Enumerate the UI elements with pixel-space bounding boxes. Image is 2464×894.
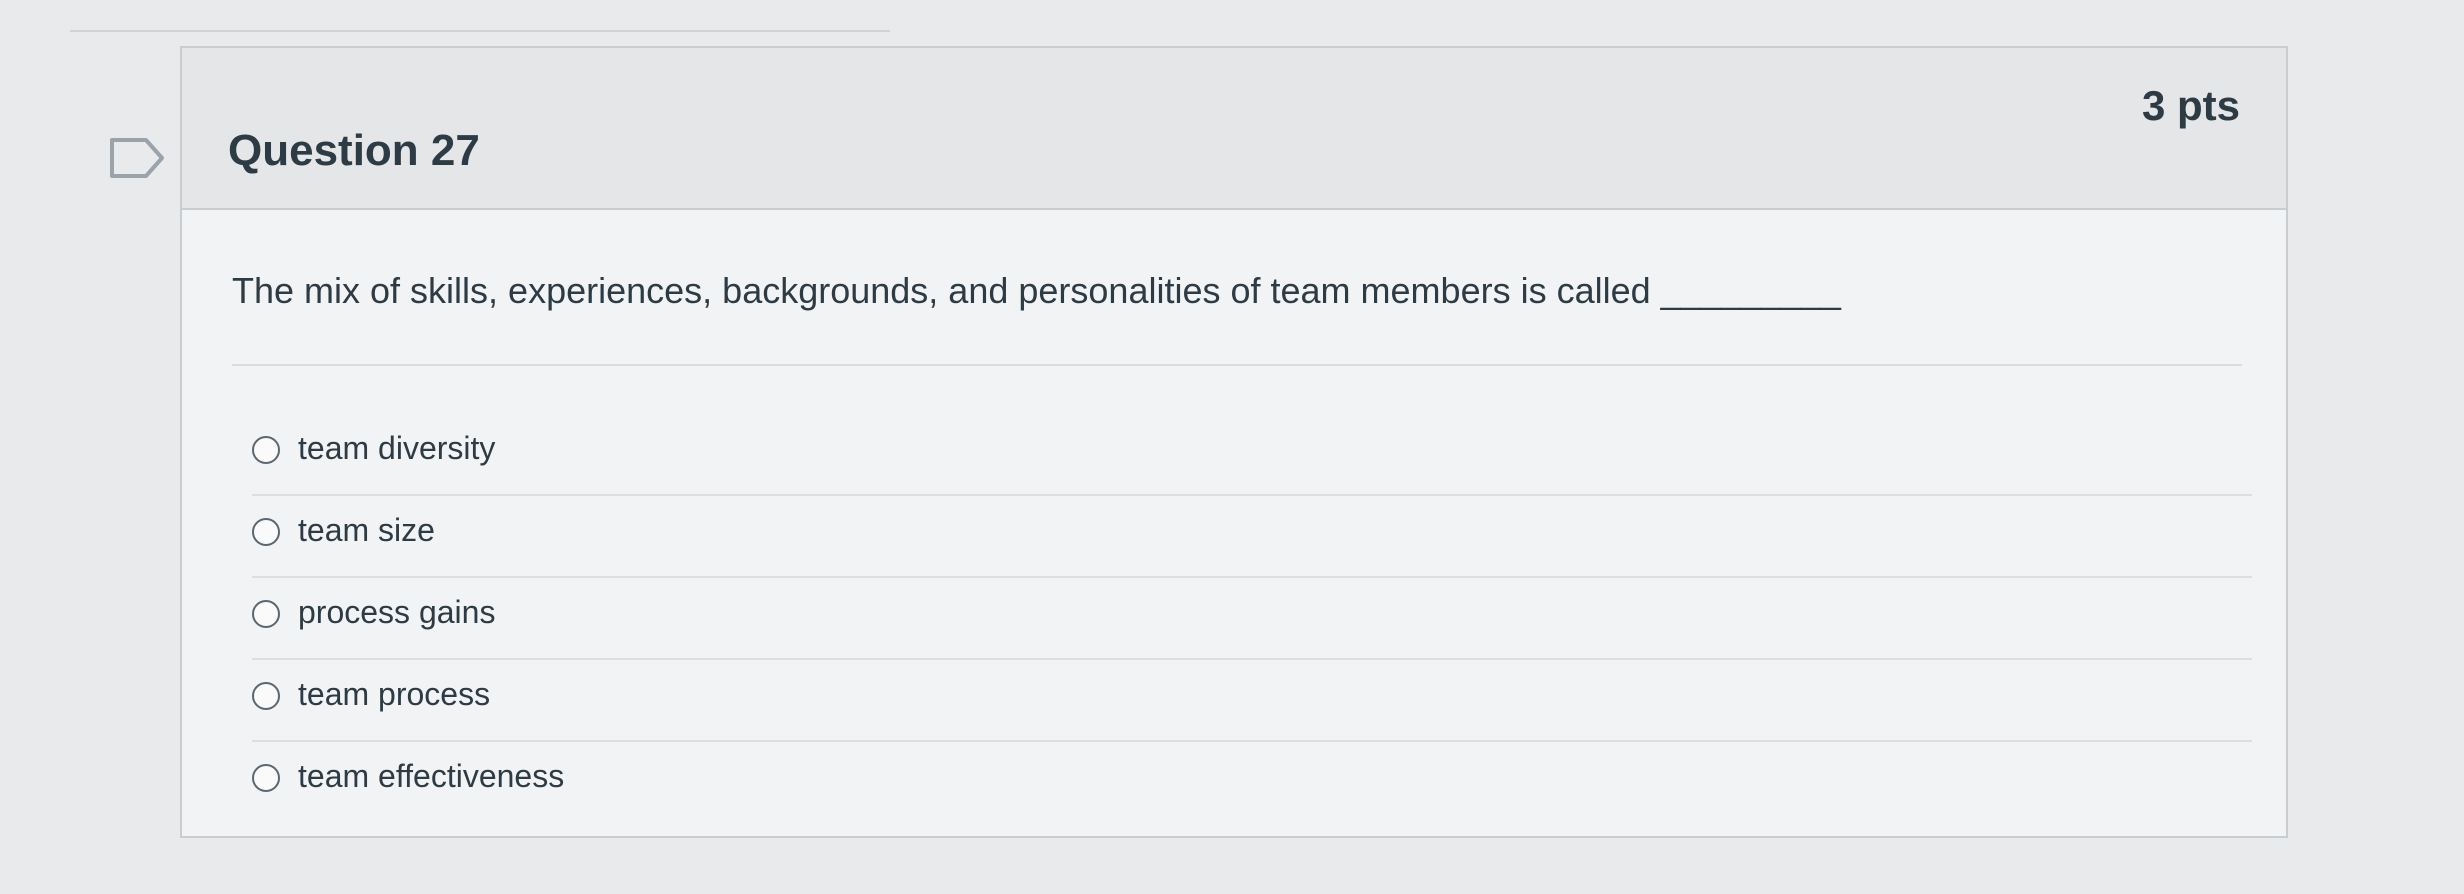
answer-option[interactable]: process gains [252, 578, 2252, 660]
question-card: Question 27 3 pts The mix of skills, exp… [180, 46, 2288, 838]
question-divider [232, 364, 2242, 366]
answer-label[interactable]: team diversity [298, 430, 495, 467]
radio-button[interactable] [252, 600, 280, 628]
question-title: Question 27 [228, 126, 480, 175]
question-text: The mix of skills, experiences, backgrou… [232, 270, 1841, 311]
answer-label[interactable]: team process [298, 676, 490, 713]
radio-button[interactable] [252, 682, 280, 710]
answer-label[interactable]: team effectiveness [298, 758, 564, 795]
answer-label[interactable]: process gains [298, 594, 495, 631]
answer-option[interactable]: team process [252, 660, 2252, 742]
radio-button[interactable] [252, 436, 280, 464]
question-points: 3 pts [2141, 82, 2240, 129]
question-header: Question 27 3 pts [182, 48, 2286, 210]
answer-option[interactable]: team effectiveness [252, 742, 2252, 824]
answer-option[interactable]: team diversity [252, 414, 2252, 496]
top-divider [70, 30, 890, 32]
answer-label[interactable]: team size [298, 512, 435, 549]
radio-button[interactable] [252, 518, 280, 546]
bookmark-flag-icon[interactable] [108, 134, 168, 182]
radio-button[interactable] [252, 764, 280, 792]
answer-list: team diversity team size process gains t… [252, 414, 2252, 824]
answer-option[interactable]: team size [252, 496, 2252, 578]
